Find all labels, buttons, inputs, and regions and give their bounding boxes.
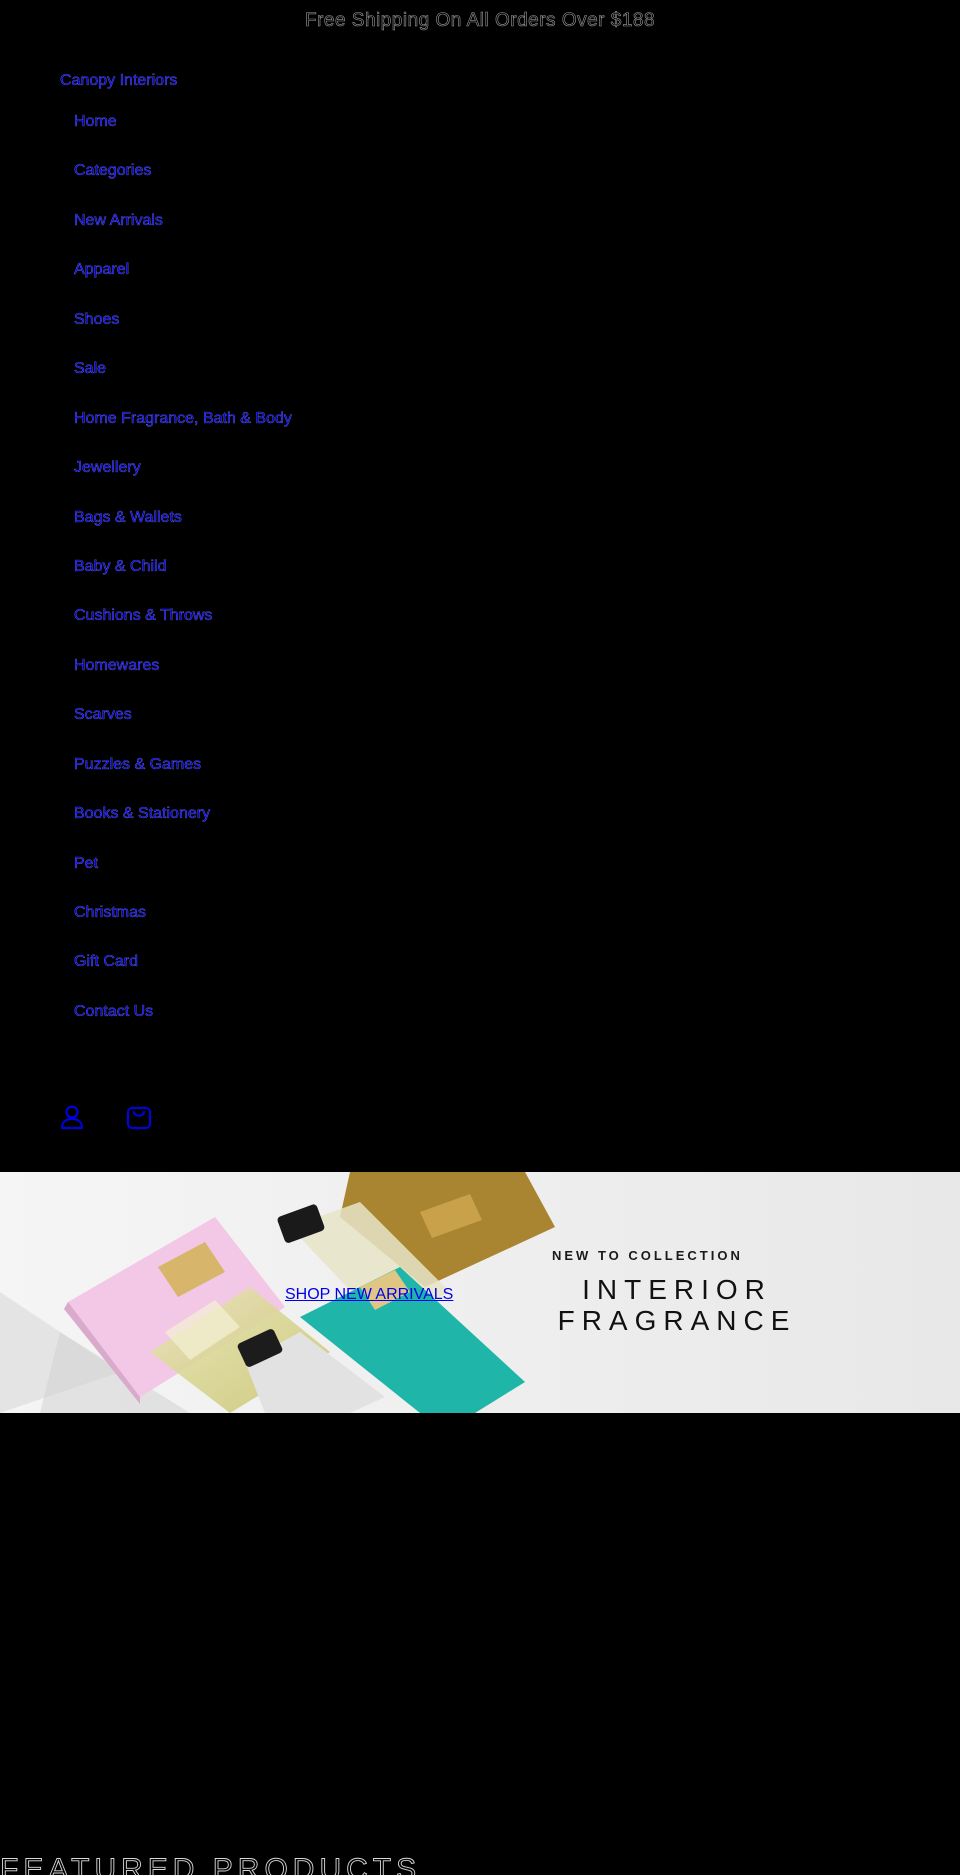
nav-link-homewares[interactable]: Homewares [74, 657, 160, 674]
cart-button[interactable] [124, 1102, 154, 1132]
nav-link-home-fragrance[interactable]: Home Fragrance, Bath & Body [74, 409, 292, 426]
nav-item: Contact Us [74, 1002, 292, 1051]
nav-item: Cushions & Throws [74, 606, 292, 655]
person-icon [61, 1105, 83, 1129]
nav-item: Shoes [74, 310, 292, 359]
nav-link-scarves[interactable]: Scarves [74, 706, 132, 723]
nav-link-apparel[interactable]: Apparel [74, 261, 130, 278]
nav-item: Books & Stationery [74, 804, 292, 853]
nav-item: Scarves [74, 705, 292, 754]
nav-item: Jewellery [74, 458, 292, 507]
nav-link-jewellery[interactable]: Jewellery [74, 459, 141, 476]
nav-link-puzzles-games[interactable]: Puzzles & Games [74, 756, 202, 773]
hero-kicker: NEW TO COLLECTION [552, 1248, 743, 1263]
nav-item: Christmas [74, 903, 292, 952]
hero-title-line: INTERIOR [582, 1274, 772, 1305]
nav-link-categories[interactable]: Categories [74, 162, 152, 179]
nav-link-bags-wallets[interactable]: Bags & Wallets [74, 508, 182, 525]
nav-item: New Arrivals [74, 211, 292, 260]
brand-logo-link[interactable]: Canopy Interiors [60, 72, 178, 90]
nav-link-baby-child[interactable]: Baby & Child [74, 558, 167, 575]
hero-title-line: FRAGRANCE [557, 1305, 797, 1336]
nav-item: Bags & Wallets [74, 508, 292, 557]
shop-new-arrivals-link[interactable]: SHOP NEW ARRIVALS [285, 1286, 453, 1304]
nav-link-new-arrivals[interactable]: New Arrivals [74, 212, 163, 229]
hero-title: INTERIOR FRAGRANCE [522, 1274, 832, 1336]
account-button[interactable] [57, 1102, 87, 1132]
nav-item: Puzzles & Games [74, 755, 292, 804]
nav-link-home[interactable]: Home [74, 113, 117, 130]
main-nav: Home Categories New Arrivals Apparel Sho… [74, 112, 292, 1051]
featured-products-heading: FEATURED PRODUCTS [0, 1853, 422, 1875]
nav-link-christmas[interactable]: Christmas [74, 904, 146, 921]
nav-item: Home [74, 112, 292, 161]
nav-item: Gift Card [74, 952, 292, 1001]
hero-banner: NEW TO COLLECTION INTERIOR FRAGRANCE SHO… [0, 1172, 960, 1413]
shopping-bag-icon [127, 1107, 151, 1129]
nav-item: Home Fragrance, Bath & Body [74, 409, 292, 458]
nav-item: Baby & Child [74, 557, 292, 606]
nav-link-cushions-throws[interactable]: Cushions & Throws [74, 607, 213, 624]
nav-link-shoes[interactable]: Shoes [74, 311, 120, 328]
announcement-bar: Free Shipping On All Orders Over $188 [304, 10, 656, 32]
nav-link-sale[interactable]: Sale [74, 360, 106, 377]
nav-item: Apparel [74, 260, 292, 309]
nav-item: Pet [74, 854, 292, 903]
nav-item: Categories [74, 161, 292, 210]
nav-item: Homewares [74, 656, 292, 705]
nav-link-pet[interactable]: Pet [74, 854, 98, 871]
nav-link-books-stationery[interactable]: Books & Stationery [74, 805, 210, 822]
nav-item: Sale [74, 359, 292, 408]
nav-link-gift-card[interactable]: Gift Card [74, 953, 138, 970]
nav-link-contact-us[interactable]: Contact Us [74, 1003, 153, 1020]
